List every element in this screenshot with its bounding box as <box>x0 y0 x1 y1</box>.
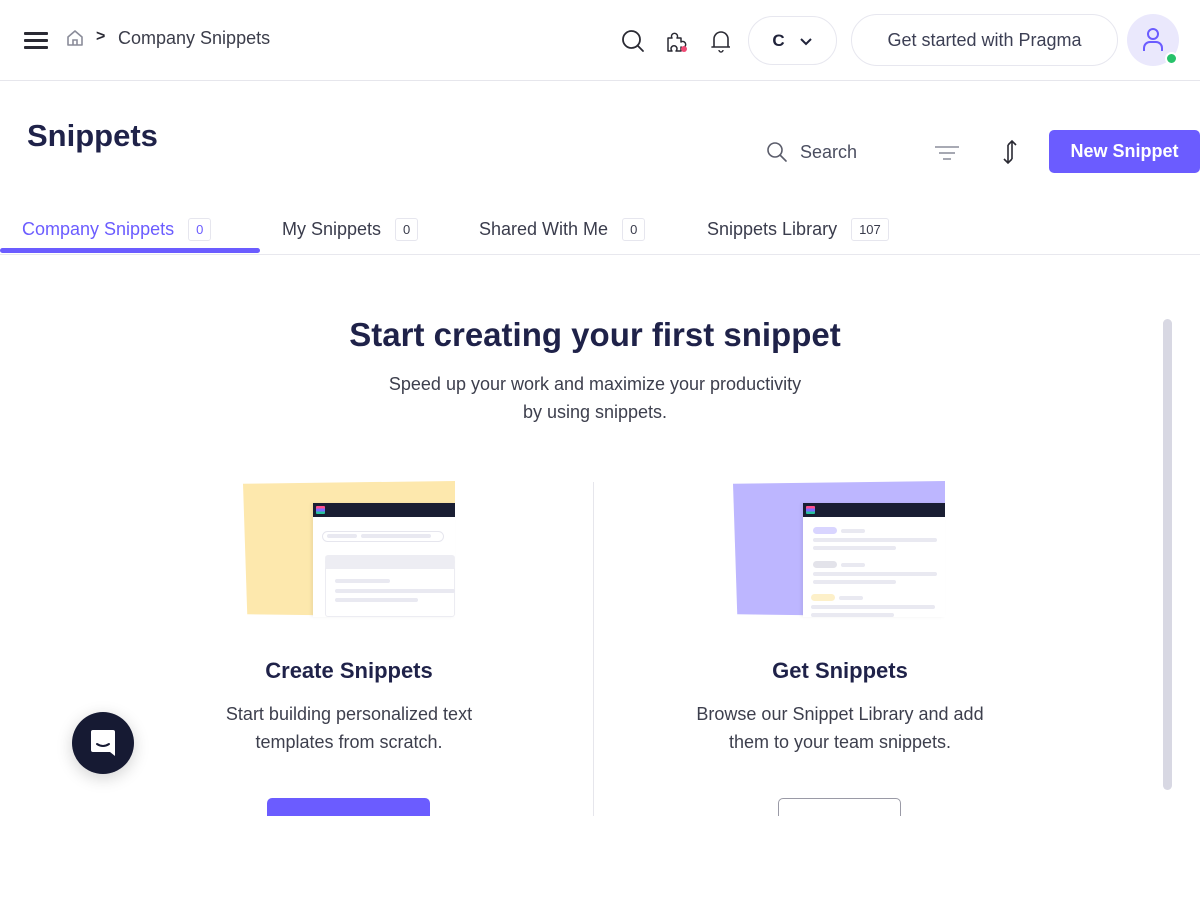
tab-count-badge: 0 <box>188 217 212 241</box>
search-icon <box>767 142 787 162</box>
new-snippet-button[interactable]: New Snippet <box>1049 130 1200 173</box>
search-icon[interactable] <box>620 28 646 54</box>
tab-label: Shared With Me <box>479 218 609 239</box>
breadcrumb-current: Company Snippets <box>118 28 271 48</box>
scroll-viewport-bottom: Get started Browse <box>0 790 1200 816</box>
create-snippets-illustration <box>243 481 455 621</box>
description-line: templates from scratch. <box>255 732 443 752</box>
vertical-scrollbar[interactable] <box>1163 319 1172 790</box>
tab-count-badge: 107 <box>851 217 889 241</box>
subtitle-line: Speed up your work and maximize your pro… <box>388 374 802 394</box>
create-snippets-title: Create Snippets <box>265 658 433 683</box>
subtitle-line: by using snippets. <box>522 402 668 422</box>
online-status-indicator <box>1165 52 1178 65</box>
extensions-icon[interactable] <box>664 28 690 54</box>
search-placeholder: Search <box>800 141 858 162</box>
create-snippets-description: Start building personalized text templat… <box>149 700 549 756</box>
column-divider <box>593 482 594 816</box>
get-snippets-illustration <box>733 481 945 621</box>
empty-state-subtitle: Speed up your work and maximize your pro… <box>0 370 1190 426</box>
top-bar: > Company Snippets C Get started with Pr… <box>0 0 1200 81</box>
browse-button[interactable]: Browse <box>778 798 901 816</box>
tab-label: My Snippets <box>282 218 382 239</box>
search-input[interactable]: Search <box>766 136 896 168</box>
get-snippets-description: Browse our Snippet Library and add them … <box>640 700 1040 756</box>
organization-selector[interactable]: C <box>748 16 837 65</box>
tab-company-snippets[interactable]: Company Snippets 0 <box>22 204 212 254</box>
empty-state-title: Start creating your first snippet <box>349 316 841 353</box>
tab-count-badge: 0 <box>395 217 419 241</box>
active-tab-indicator <box>0 248 260 253</box>
page-title: Snippets <box>27 118 158 153</box>
menu-icon[interactable] <box>24 32 48 50</box>
get-started-with-pragma-button[interactable]: Get started with Pragma <box>851 14 1118 66</box>
tab-count-badge: 0 <box>622 217 646 241</box>
breadcrumb-separator: > <box>96 28 106 45</box>
illustration-window <box>803 503 945 617</box>
get-snippets-title: Get Snippets <box>772 658 908 683</box>
chevron-down-icon <box>799 37 812 45</box>
chat-icon <box>91 730 115 756</box>
tab-label: Snippets Library <box>707 218 838 239</box>
illustration-window <box>313 503 455 617</box>
description-line: Browse our Snippet Library and add <box>696 704 984 724</box>
home-icon[interactable] <box>66 29 84 47</box>
sort-icon[interactable] <box>1001 139 1019 165</box>
organization-initial: C <box>772 30 785 50</box>
tab-my-snippets[interactable]: My Snippets 0 <box>282 204 419 254</box>
description-line: them to your team snippets. <box>728 732 952 752</box>
filter-icon[interactable] <box>934 143 960 163</box>
tab-shared-with-me[interactable]: Shared With Me 0 <box>479 204 646 254</box>
chat-launcher-button[interactable] <box>72 712 134 774</box>
pragma-logo-icon <box>316 506 325 514</box>
tab-snippets-library[interactable]: Snippets Library 107 <box>707 204 889 254</box>
pragma-logo-icon <box>806 506 815 514</box>
user-icon <box>1143 28 1163 51</box>
description-line: Start building personalized text <box>225 704 473 724</box>
get-started-button[interactable]: Get started <box>267 798 430 816</box>
bell-icon[interactable] <box>708 28 734 54</box>
tab-label: Company Snippets <box>22 218 175 239</box>
